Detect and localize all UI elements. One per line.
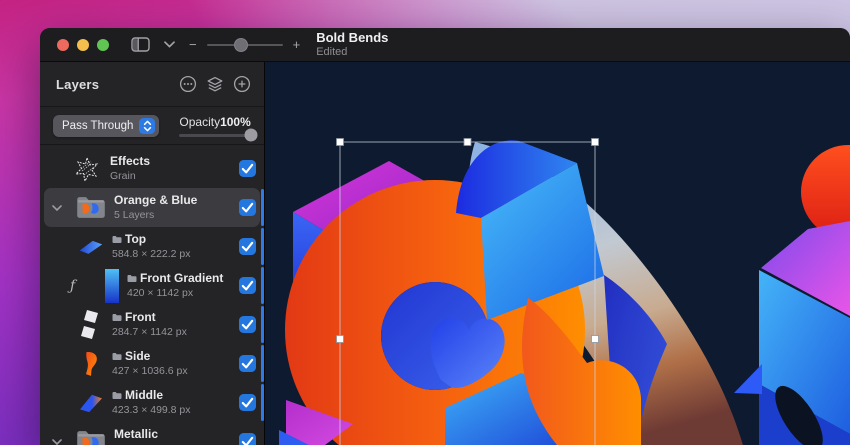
- document-title: Bold Bends: [316, 31, 388, 46]
- layer-row[interactable]: Middle423.3 × 499.8 px: [44, 383, 260, 422]
- layer-subtitle: Grain: [110, 170, 150, 183]
- layer-thumbnail: [76, 430, 106, 445]
- layer-type-icon: [112, 313, 122, 322]
- sidebar-toggle-button[interactable]: [131, 37, 150, 52]
- layer-type-icon: [112, 352, 122, 361]
- visibility-checkbox[interactable]: [239, 394, 256, 411]
- layer-name: Middle: [125, 388, 163, 403]
- layer-row[interactable]: Front284.7 × 1142 px: [44, 305, 260, 344]
- disclosure-chevron[interactable]: [52, 438, 62, 445]
- zoom-slider[interactable]: [207, 44, 283, 46]
- layer-row[interactable]: Metallic4 Layers: [44, 422, 260, 445]
- zoom-window-button[interactable]: [97, 39, 109, 51]
- visibility-checkbox[interactable]: [239, 199, 256, 216]
- titlebar: − + Bold Bends Edited: [40, 28, 850, 62]
- layer-name: Top: [125, 232, 146, 247]
- layer-type-icon: [112, 391, 122, 400]
- toolbar-chevron-button[interactable]: [164, 41, 175, 48]
- layer-name: Effects: [110, 154, 150, 169]
- layer-thumbnail: [78, 309, 104, 341]
- visibility-checkbox[interactable]: [239, 316, 256, 333]
- disclosure-chevron[interactable]: [52, 204, 62, 211]
- layer-thumbnail: [78, 350, 104, 378]
- visibility-checkbox[interactable]: [239, 433, 256, 445]
- opacity-slider-knob[interactable]: [244, 129, 257, 142]
- layers-panel-title: Layers: [56, 77, 179, 92]
- layer-subtitle: 420 × 1142 px: [127, 287, 223, 300]
- layer-name: Front Gradient: [140, 271, 223, 286]
- layer-subtitle: 584.8 × 222.2 px: [112, 248, 191, 261]
- layer-thumbnail: [78, 236, 104, 258]
- layer-subtitle: 284.7 × 1142 px: [112, 326, 187, 339]
- layers-filter-button[interactable]: [206, 75, 224, 93]
- layer-thumbnail: [104, 269, 119, 303]
- zoom-slider-knob[interactable]: [234, 38, 248, 52]
- selection-handle[interactable]: [464, 139, 471, 146]
- opacity-label: Opacity: [179, 115, 220, 129]
- layer-subtitle: 423.3 × 499.8 px: [112, 404, 191, 417]
- layer-thumbnail: [78, 392, 104, 414]
- visibility-checkbox[interactable]: [239, 238, 256, 255]
- zoom-in-button[interactable]: +: [293, 37, 301, 52]
- layer-type-icon: [127, 274, 137, 283]
- minimize-button[interactable]: [77, 39, 89, 51]
- selection-handle[interactable]: [337, 336, 344, 343]
- canvas[interactable]: [264, 62, 850, 445]
- opacity-value: 100%: [220, 115, 251, 129]
- blend-mode-select[interactable]: Pass Through: [53, 115, 159, 137]
- selection-handle[interactable]: [592, 336, 599, 343]
- layer-name: Side: [125, 349, 150, 364]
- layer-thumbnail: [76, 196, 106, 219]
- close-button[interactable]: [57, 39, 69, 51]
- layer-row[interactable]: Top584.8 × 222.2 px: [44, 227, 260, 266]
- layer-row[interactable]: Orange & Blue5 Layers: [44, 188, 260, 227]
- layer-thumbnail: [72, 155, 102, 183]
- layer-name: Front: [125, 310, 156, 325]
- app-window: − + Bold Bends Edited Layers: [40, 28, 850, 445]
- selection-handle[interactable]: [337, 139, 344, 146]
- artwork: [265, 62, 850, 445]
- opacity-slider[interactable]: [179, 134, 250, 137]
- layer-subtitle: 427 × 1036.6 px: [112, 365, 188, 378]
- add-layer-button[interactable]: [233, 75, 251, 93]
- layer-subtitle: 5 Layers: [114, 209, 197, 222]
- layer-type-icon: [112, 235, 122, 244]
- layer-row[interactable]: EffectsGrain: [44, 149, 260, 188]
- window-controls: [57, 39, 109, 51]
- layer-name: Metallic: [114, 427, 158, 442]
- layer-row[interactable]: ƒ Front Gradient420 × 1142 px: [44, 266, 260, 305]
- layers-panel: Layers Pass Through: [40, 62, 264, 445]
- layer-row[interactable]: Side427 × 1036.6 px: [44, 344, 260, 383]
- visibility-checkbox[interactable]: [239, 277, 256, 294]
- zoom-out-button[interactable]: −: [189, 37, 197, 52]
- fx-badge-icon: ƒ: [70, 278, 75, 294]
- visibility-checkbox[interactable]: [239, 355, 256, 372]
- blend-mode-value: Pass Through: [62, 120, 133, 132]
- layer-name: Orange & Blue: [114, 193, 197, 208]
- selection-handle[interactable]: [592, 139, 599, 146]
- layer-list: EffectsGrainOrange & Blue5 LayersTop584.…: [40, 145, 264, 445]
- stepper-chevrons-icon: [139, 118, 155, 134]
- document-status: Edited: [316, 46, 388, 59]
- layer-options-button[interactable]: [179, 75, 197, 93]
- visibility-checkbox[interactable]: [239, 160, 256, 177]
